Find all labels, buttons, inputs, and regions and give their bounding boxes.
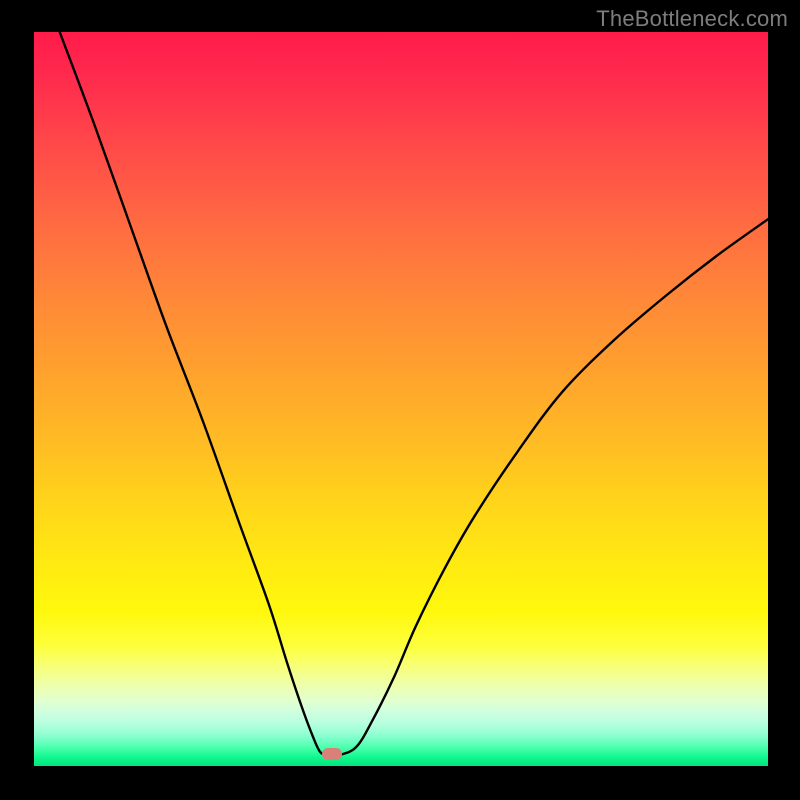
chart-frame: TheBottleneck.com: [0, 0, 800, 800]
optimum-marker: [322, 748, 342, 760]
plot-area: [34, 32, 768, 766]
bottleneck-curve: [60, 32, 768, 755]
curve-svg: [34, 32, 768, 766]
watermark-text: TheBottleneck.com: [596, 6, 788, 32]
